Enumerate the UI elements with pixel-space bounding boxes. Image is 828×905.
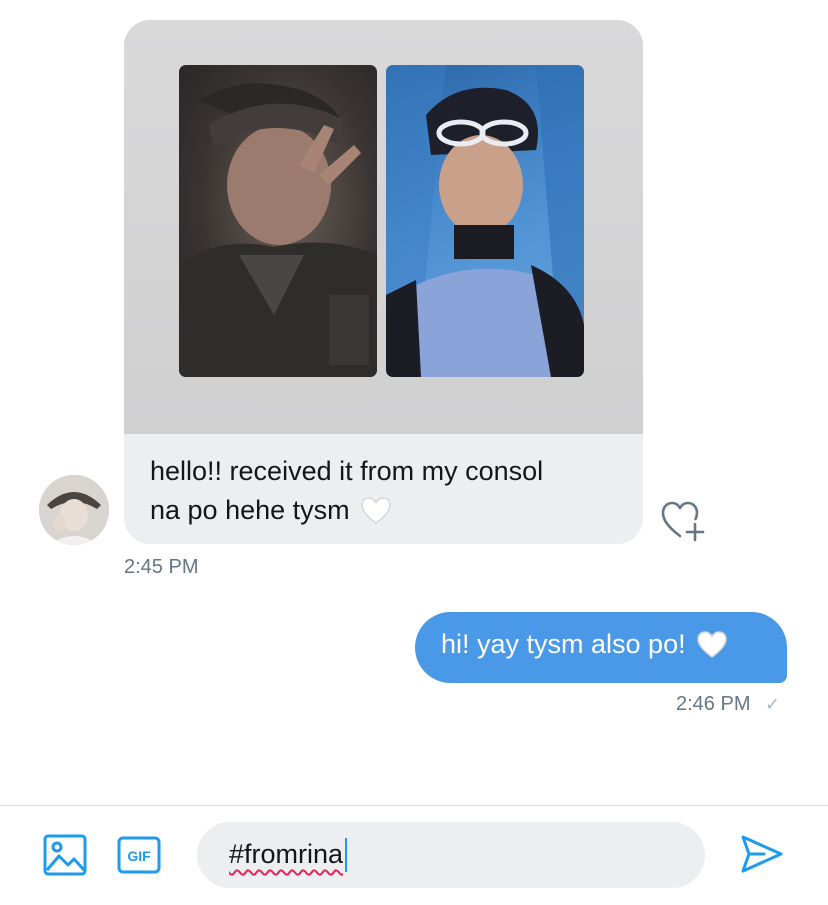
- received-line-2: na po hehe tysm: [150, 495, 350, 525]
- add-reaction-heart-icon[interactable]: [660, 498, 706, 542]
- sent-message-text: hi! yay tysm also po!: [441, 629, 727, 666]
- received-message-card[interactable]: hello!! received it from my consol na po…: [124, 20, 643, 544]
- sent-text-content: hi! yay tysm also po!: [441, 629, 686, 659]
- gif-label: GIF: [127, 848, 151, 864]
- send-icon[interactable]: [740, 833, 784, 880]
- image-icon[interactable]: [43, 834, 87, 881]
- sent-message-bubble[interactable]: hi! yay tysm also po!: [415, 612, 787, 683]
- avatar[interactable]: [39, 475, 109, 545]
- composer-divider: [0, 805, 828, 806]
- white-heart-emoji-icon: [361, 497, 391, 536]
- white-heart-emoji-icon: [697, 631, 727, 666]
- received-timestamp: 2:45 PM: [124, 556, 199, 578]
- text-caret: [345, 838, 347, 872]
- received-message-text: hello!! received it from my consol na po…: [150, 452, 620, 536]
- sent-status-check-icon: ✓: [765, 694, 781, 714]
- photocard-left: [179, 65, 377, 377]
- message-input[interactable]: #fromrina: [197, 822, 705, 888]
- message-photo[interactable]: [124, 20, 643, 434]
- received-line-1: hello!! received it from my consol: [150, 456, 544, 486]
- message-input-value: #fromrina: [229, 839, 344, 869]
- sent-timestamp: 2:46 PM: [676, 693, 751, 715]
- gif-icon[interactable]: GIF: [117, 836, 161, 879]
- photocard-right: [386, 65, 584, 377]
